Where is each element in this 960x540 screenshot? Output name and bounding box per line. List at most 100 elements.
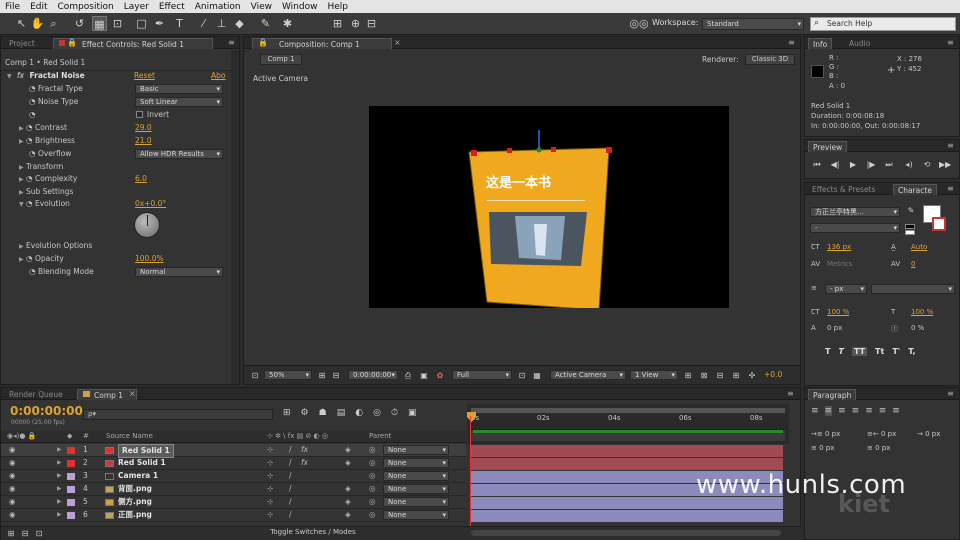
parent-dropdown[interactable]: None (383, 471, 449, 481)
menu-animation[interactable]: Animation (190, 2, 246, 12)
complexity-value[interactable]: 6.0 (135, 173, 147, 185)
quality-switch-icon[interactable]: / (289, 509, 292, 521)
justify-all-icon[interactable]: ≡ (892, 406, 900, 416)
vertical-scale-value[interactable]: 100 % (827, 308, 849, 316)
audio-icon[interactable]: ◂) (903, 159, 915, 170)
rectangle-tool-icon[interactable]: □ (134, 16, 149, 31)
collapsed-triangle-icon[interactable]: ▶ (19, 256, 24, 263)
clone-stamp-tool-icon[interactable]: ⊥ (214, 16, 229, 31)
pan-behind-tool-icon[interactable]: ⊡ (110, 16, 125, 31)
shy-switch-icon[interactable]: ⊹ (267, 457, 273, 469)
layer-duration-bar[interactable] (471, 510, 783, 522)
expand-triangle-icon[interactable]: ▶ (57, 457, 62, 469)
noise-type-dropdown[interactable]: Soft Linear (135, 97, 223, 107)
superscript-button[interactable]: T' (892, 347, 900, 356)
flowchart-icon[interactable]: ⊞ (730, 370, 742, 381)
panel-menu-icon[interactable]: ≡ (947, 184, 954, 193)
layer-row[interactable]: ◉ ▶ 2 Red Solid 1 ⊹ / fx ◈ ◎ None (1, 457, 466, 470)
menu-window[interactable]: Window (277, 2, 323, 12)
timeline-search-input[interactable]: ρ▾ (83, 409, 273, 420)
stopwatch-icon[interactable]: ◔ (29, 84, 36, 93)
brush-tool-icon[interactable]: ⁄ (196, 16, 211, 31)
label-color[interactable] (67, 460, 75, 467)
indent-left-value[interactable]: 0 px (825, 430, 840, 438)
scrollbar[interactable] (231, 50, 239, 384)
faux-italic-button[interactable]: T (838, 347, 843, 356)
snapshot-icon[interactable]: ⎙ (402, 370, 414, 381)
next-frame-icon[interactable]: |▶ (865, 159, 877, 170)
selection-tool-icon[interactable]: ↖ (14, 16, 29, 31)
corner-handle[interactable] (471, 150, 477, 156)
tab-render-queue[interactable]: Render Queue (5, 389, 67, 400)
3d-layer-switch-icon[interactable]: ◈ (345, 457, 351, 469)
fractal-type-dropdown[interactable]: Basic (135, 84, 223, 94)
tsume-value[interactable]: 0 % (911, 324, 924, 332)
menu-layer[interactable]: Layer (119, 2, 154, 12)
layer-name[interactable]: Camera 1 (118, 470, 158, 482)
pen-tool-icon[interactable]: ✒ (152, 16, 167, 31)
tab-info[interactable]: Info (808, 38, 833, 49)
tab-effect-controls[interactable]: Effect Controls: Red Solid 1 (53, 38, 213, 49)
invert-checkbox[interactable] (136, 111, 143, 118)
quality-switch-icon[interactable]: / (289, 470, 292, 482)
indent-right-value[interactable]: 0 px (881, 430, 896, 438)
visibility-eye-icon[interactable]: ◉ (9, 509, 16, 521)
3d-layer-switch-icon[interactable]: ◈ (345, 483, 351, 495)
zoom-slider[interactable] (471, 530, 781, 536)
resolution-dropdown[interactable]: Full (452, 370, 512, 380)
panel-menu-icon[interactable]: ≡ (947, 141, 954, 150)
layer-duration-bar[interactable] (471, 445, 783, 457)
current-time-field[interactable]: 0:00:00:00 (348, 370, 398, 380)
close-tab-icon[interactable]: × (394, 38, 401, 47)
contrast-value[interactable]: 29.0 (135, 122, 152, 134)
justify-right-icon[interactable]: ≡ (879, 406, 887, 416)
collapsed-triangle-icon[interactable]: ▶ (19, 243, 24, 250)
close-tab-icon[interactable]: × (129, 389, 136, 398)
expand-triangle-icon[interactable]: ▼ (19, 201, 24, 208)
align-center-icon[interactable]: ≡ (824, 406, 833, 416)
shy-switch-icon[interactable]: ⊹ (267, 509, 273, 521)
3d-layer-switch-icon[interactable]: ◈ (345, 509, 351, 521)
quality-switch-icon[interactable]: / (289, 483, 292, 495)
expand-triangle-icon[interactable]: ▶ (57, 444, 62, 456)
visibility-eye-icon[interactable]: ◉ (9, 470, 16, 482)
corner-handle[interactable] (606, 147, 612, 153)
layer-row[interactable]: ◉ ▶ 6 正面.png ⊹ / ◈ ◎ None (1, 509, 466, 522)
3d-layer-switch-icon[interactable]: ◈ (345, 444, 351, 456)
indent-first-value[interactable]: 0 px (925, 430, 940, 438)
tab-audio[interactable]: Audio (845, 38, 874, 49)
camera-tool-icon[interactable]: ▦ (92, 16, 107, 31)
comp-mini-flowchart-icon[interactable]: ⊞ (283, 408, 291, 418)
expand-triangle-icon[interactable]: ▶ (57, 483, 62, 495)
blending-mode-dropdown[interactable]: Normal (135, 267, 223, 277)
sub-settings-group[interactable]: ▶ Sub Settings (19, 186, 73, 198)
layer-name[interactable]: Red Solid 1 (118, 444, 174, 458)
layer-duration-bar[interactable] (471, 458, 783, 470)
stopwatch-icon[interactable]: ◔ (26, 254, 33, 263)
panel-menu-icon[interactable]: ≡ (228, 38, 235, 47)
eraser-tool-icon[interactable]: ◆ (232, 16, 247, 31)
stopwatch-icon[interactable]: ◔ (29, 97, 36, 106)
parent-dropdown[interactable]: None (383, 458, 449, 468)
graph-editor-icon[interactable]: ◎ (373, 408, 381, 418)
layer-row[interactable]: ◉ ▶ 1 Red Solid 1 ⊹ / fx ◈ ◎ None (1, 444, 466, 458)
evolution-dial[interactable] (134, 212, 160, 238)
parent-dropdown[interactable]: None (383, 497, 449, 507)
anchor-point[interactable] (536, 147, 542, 153)
label-color[interactable] (67, 512, 75, 519)
safe-zones-icon[interactable]: ⊞ (316, 370, 328, 381)
font-family-dropdown[interactable]: 方正兰亭特黑... (810, 207, 900, 217)
evolution-value[interactable]: 0x+0.0° (135, 198, 166, 210)
quality-switch-icon[interactable]: / (289, 457, 292, 469)
pickwhip-icon[interactable]: ◎ (369, 509, 376, 521)
white-swatch[interactable] (905, 230, 915, 235)
show-snapshot-icon[interactable]: ▣ (418, 370, 430, 381)
parent-dropdown[interactable]: None (383, 445, 449, 455)
fast-previews-icon[interactable]: ⊠ (698, 370, 710, 381)
time-ruler[interactable]: 0s 02s 04s 06s 08s (467, 404, 789, 444)
fx-switch-icon[interactable]: fx (301, 457, 308, 469)
stopwatch-icon[interactable]: ◔ (26, 123, 33, 132)
stopwatch-icon[interactable]: ◔ (26, 136, 33, 145)
collapsed-triangle-icon[interactable]: ▶ (19, 176, 24, 183)
world-axis-icon[interactable]: ⊕ (348, 16, 363, 31)
